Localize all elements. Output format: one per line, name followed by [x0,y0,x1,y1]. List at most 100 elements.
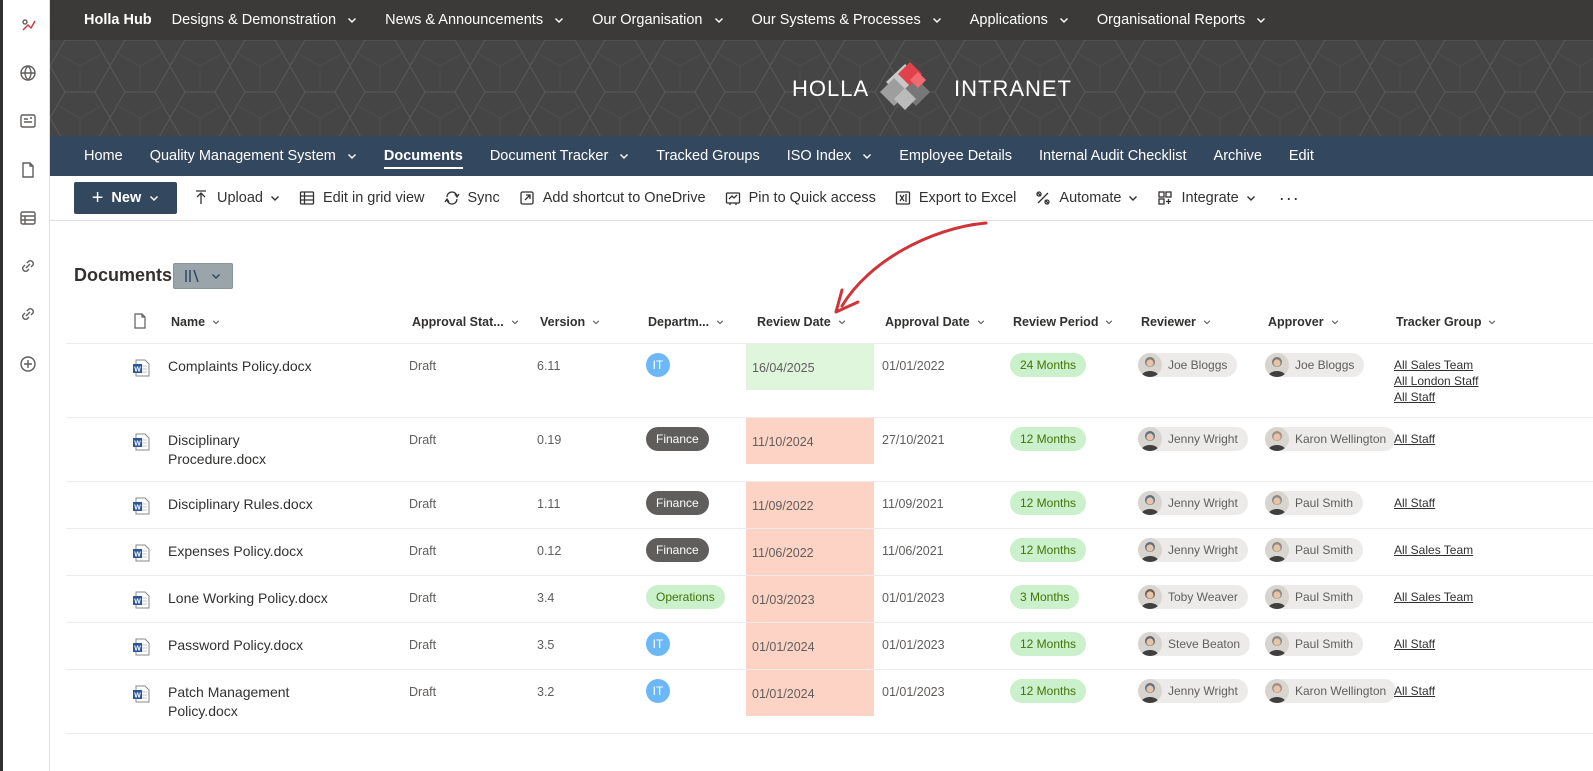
column-header-approval-stat[interactable]: Approval Stat... [412,315,519,329]
table-row[interactable]: W Complaints Policy.docx Draft 6.11 IT 16/04/… [66,344,1593,418]
column-header-approver[interactable]: Approver [1268,315,1339,329]
table-row[interactable]: W Lone Working Policy.docx Draft 3.4 Operati… [66,576,1593,623]
tracker-group-link[interactable]: All Staff [1394,389,1479,405]
nav-item-archive[interactable]: Archive [1214,136,1262,176]
hub-item[interactable]: News & Announcements [385,12,564,28]
add-shortcut-to-onedrive-button[interactable]: Add shortcut to OneDrive [519,190,706,206]
table-row[interactable]: W Patch Management Policy.docx Draft 3.2 IT 01… [66,670,1593,734]
tracker-group-link[interactable]: All Sales Team [1394,589,1473,605]
reviewer-persona[interactable]: Joe Bloggs [1138,353,1238,377]
approval-status: Draft [409,497,437,511]
document-name-link[interactable]: Disciplinary Procedure.docx [168,431,266,469]
document-name-link[interactable]: Disciplinary Rules.docx [168,495,313,514]
integrate-button[interactable]: Integrate [1157,190,1255,206]
document-name-link[interactable]: Complaints Policy.docx [168,357,312,376]
review-period-cell: 12 Months [1010,632,1087,656]
reviewer-persona-name: Jenny Wright [1168,432,1238,446]
tracker-group-link[interactable]: All Sales Team [1394,357,1479,373]
brand-holla: HOLLA [792,76,870,101]
automate-button[interactable]: Automate [1035,190,1138,206]
tracker-group-link[interactable]: All Sales Team [1394,542,1473,558]
tracker-group-link[interactable]: All Staff [1394,495,1435,511]
nav-item-internal-audit-checklist[interactable]: Internal Audit Checklist [1039,136,1187,176]
nav-item-tracked-groups[interactable]: Tracked Groups [656,136,759,176]
column-header-tracker-group[interactable]: Tracker Group [1396,315,1496,329]
nav-item-documents[interactable]: Documents [383,136,463,176]
app-icon[interactable] [17,14,39,36]
table-row[interactable]: W Disciplinary Rules.docx Draft 1.11 Finance… [66,482,1593,529]
globe-icon[interactable] [17,62,39,84]
table-row[interactable]: W Expenses Policy.docx Draft 0.12 Finance 11/… [66,529,1593,576]
tracker-groups: All Staff [1394,431,1435,447]
approval-status: Draft [409,433,437,447]
approver-persona[interactable]: Karon Wellington [1265,427,1397,451]
hub-item[interactable]: Designs & Demonstration [172,12,357,28]
nav-item-edit[interactable]: Edit [1289,136,1314,176]
export-to-excel-button[interactable]: Export to Excel [895,190,1016,206]
reviewer-persona[interactable]: Jenny Wright [1138,491,1248,515]
file-type-icon[interactable] [133,313,147,329]
tracker-group-link[interactable]: All Staff [1394,431,1435,447]
add-icon[interactable] [17,353,39,375]
news-icon[interactable] [17,110,39,132]
edit-in-grid-view-button[interactable]: Edit in grid view [299,190,425,206]
document-name-link[interactable]: Password Policy.docx [168,636,303,655]
link-alt-icon[interactable] [17,303,39,325]
tracker-group-link[interactable]: All Staff [1394,636,1435,652]
table-row[interactable]: W Password Policy.docx Draft 3.5 IT 01/01/202… [66,623,1593,670]
reviewer-persona[interactable]: Jenny Wright [1138,538,1248,562]
view-switcher-button[interactable] [173,263,233,289]
column-header-label: Version [540,315,586,329]
nav-item-document-tracker[interactable]: Document Tracker [490,136,629,176]
approver-persona[interactable]: Paul Smith [1265,632,1364,656]
column-header-departm[interactable]: Departm... [648,315,724,329]
avatar [1138,585,1162,609]
document-name-link[interactable]: Expenses Policy.docx [168,542,303,561]
column-header-label: Approver [1268,315,1324,329]
hub-name[interactable]: Holla Hub [84,12,152,28]
hub-item[interactable]: Our Organisation [592,12,723,28]
review-date: 01/03/2023 [752,593,815,607]
reviewer-persona[interactable]: Toby Weaver [1138,585,1248,609]
tracker-group-link[interactable]: All Staff [1394,683,1435,699]
approval-status: Draft [409,544,437,558]
new-button[interactable]: + New [74,182,177,214]
approver-persona[interactable]: Paul Smith [1265,538,1364,562]
approver-persona[interactable]: Karon Wellington [1265,679,1397,703]
column-header-reviewer[interactable]: Reviewer [1141,315,1211,329]
pin-to-quick-access-button[interactable]: Pin to Quick access [725,190,876,206]
nav-item-home[interactable]: Home [84,136,123,176]
reviewer-persona[interactable]: Jenny Wright [1138,427,1248,451]
avatar [1138,427,1162,451]
document-name-link[interactable]: Patch Management Policy.docx [168,683,289,721]
reviewer-persona[interactable]: Steve Beaton [1138,632,1251,656]
tracker-group-link[interactable]: All London Staff [1394,373,1479,389]
column-header-version[interactable]: Version [540,315,600,329]
nav-item-quality-management-system[interactable]: Quality Management System [150,136,357,176]
approver-persona[interactable]: Paul Smith [1265,585,1364,609]
list-icon[interactable] [17,207,39,229]
nav-item-iso-index[interactable]: ISO Index [787,136,872,176]
svg-text:W: W [134,551,141,558]
pin-icon [725,190,741,206]
column-header-approval-date[interactable]: Approval Date [885,315,985,329]
reviewer-persona-name: Jenny Wright [1168,496,1238,510]
hub-item[interactable]: Applications [970,12,1069,28]
link-icon[interactable] [17,255,39,277]
document-name-link[interactable]: Lone Working Policy.docx [168,589,328,608]
upload-button[interactable]: Upload [193,190,280,206]
nav-item-employee-details[interactable]: Employee Details [899,136,1012,176]
more-actions-button[interactable]: ··· [1279,188,1300,209]
table-row[interactable]: W Disciplinary Procedure.docx Draft 0.19 Fina… [66,418,1593,482]
column-header-review-period[interactable]: Review Period [1013,315,1113,329]
file-icon[interactable] [17,159,39,181]
hub-item[interactable]: Organisational Reports [1097,12,1266,28]
approver-persona[interactable]: Joe Bloggs [1265,353,1365,377]
hub-item[interactable]: Our Systems & Processes [752,12,942,28]
reviewer-persona[interactable]: Jenny Wright [1138,679,1248,703]
department-badge: Operations [646,585,725,609]
column-header-name[interactable]: Name [171,315,220,329]
sync-button[interactable]: Sync [443,190,500,206]
column-header-review-date[interactable]: Review Date [757,315,846,329]
approver-persona[interactable]: Paul Smith [1265,491,1364,515]
